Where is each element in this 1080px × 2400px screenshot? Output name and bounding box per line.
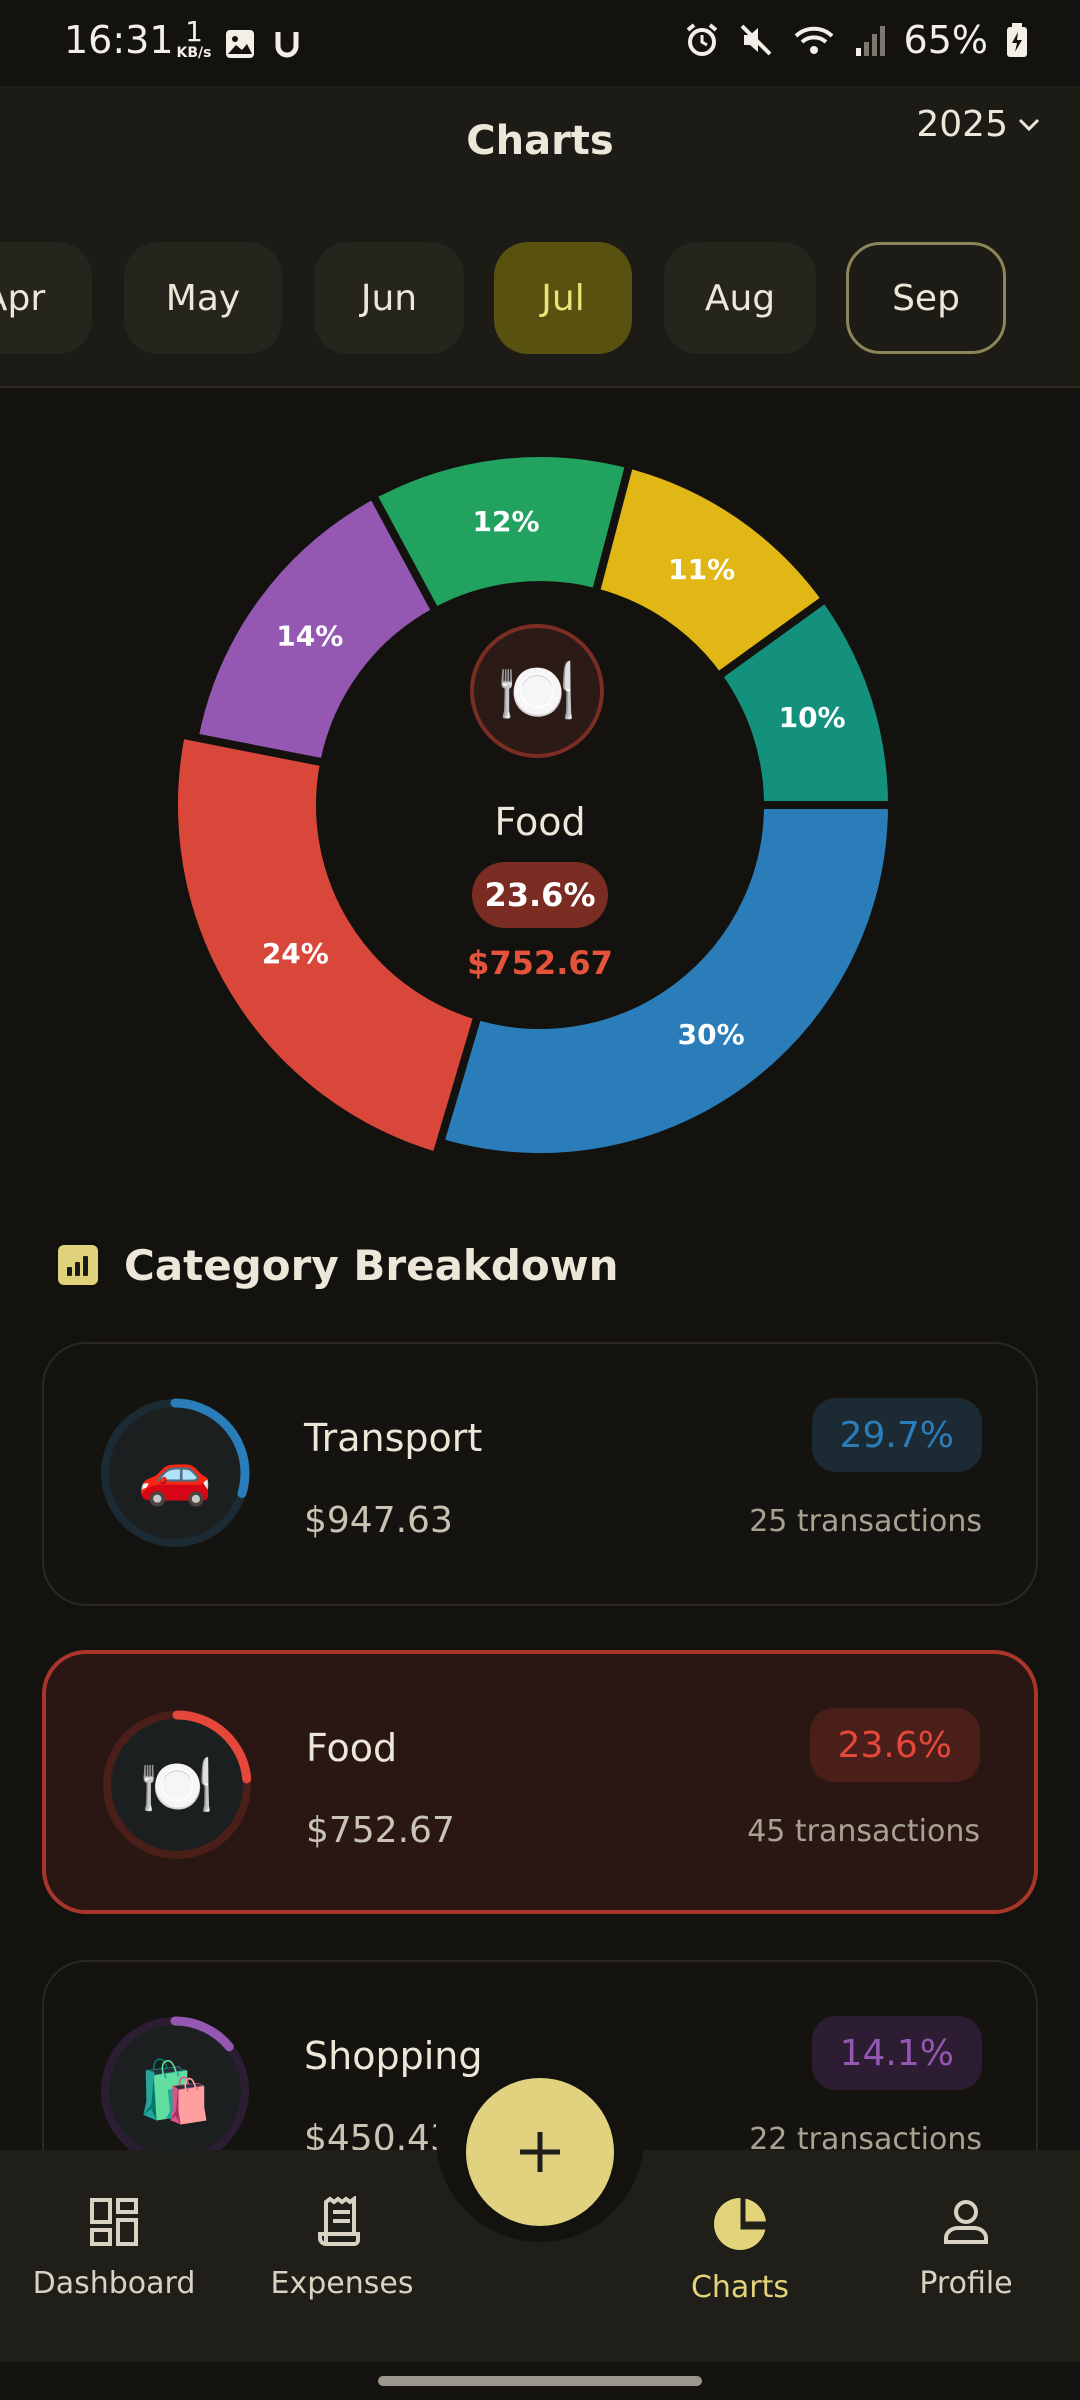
month-label: Aug [704, 277, 776, 319]
category-amount: $947.63 [304, 1500, 453, 1541]
month-label: Sep [892, 277, 960, 319]
category-percent-badge: 14.1% [811, 2016, 982, 2090]
category-percent-badge: 29.7% [811, 1398, 982, 1472]
donut-slice-label: 12% [473, 505, 540, 538]
receipt-icon [318, 2195, 360, 2246]
battery-charging-icon [1007, 23, 1027, 57]
nav-label: Dashboard [32, 2266, 196, 2301]
nav-label: Charts [690, 2270, 790, 2305]
pie-chart-icon [714, 2198, 766, 2250]
month-selector: Apr May Jun Jul Aug Sep [0, 242, 1080, 358]
category-name: Shopping [304, 2034, 483, 2078]
chevron-down-icon [1018, 118, 1040, 131]
status-right: 65% [684, 18, 1028, 62]
wifi-icon [794, 26, 833, 54]
center-category-percent: 23.6% [472, 862, 608, 928]
category-name: Transport [304, 1416, 483, 1460]
dashboard-icon [90, 2198, 138, 2246]
alarm-icon [686, 23, 717, 56]
bar-chart-icon [58, 1245, 98, 1285]
transaction-count: 25 transactions [749, 1504, 982, 1539]
network-speed-unit: KB/s [176, 45, 212, 61]
person-icon [944, 2200, 988, 2244]
transaction-count: 45 transactions [747, 1814, 980, 1849]
network-speed-value: 1 [185, 15, 203, 48]
month-label: Jul [541, 277, 585, 319]
nav-charts[interactable]: Charts [640, 2196, 840, 2305]
plate-icon: 🍽️ [497, 654, 577, 729]
center-category-name: Food [494, 800, 586, 844]
category-percent-badge: 23.6% [809, 1708, 980, 1782]
nav-expenses[interactable]: Expenses [242, 2195, 442, 2301]
mute-icon [740, 24, 771, 56]
category-name: Food [306, 1726, 398, 1770]
category-amount: $752.67 [306, 1810, 455, 1851]
network-speed: 1 KB/s [174, 15, 214, 61]
donut-slice-label: 30% [678, 1018, 745, 1051]
month-chip-jun[interactable]: Jun [314, 242, 464, 354]
nav-label: Expenses [270, 2266, 414, 2301]
plate-icon: 🍽️ [139, 1750, 215, 1821]
nav-dashboard[interactable]: Dashboard [14, 2196, 214, 2301]
status-time: 16:31 [64, 18, 174, 62]
nav-profile[interactable]: Profile [866, 2196, 1066, 2301]
month-chip-aug[interactable]: Aug [664, 242, 816, 354]
year-selector[interactable]: 2025 [916, 104, 1040, 145]
u-app-icon [275, 32, 299, 58]
month-label: May [165, 277, 241, 319]
donut-slice-label: 11% [668, 553, 735, 586]
center-category-amount: $752.67 [467, 944, 613, 982]
charts-header: Charts 2025 Apr May Jun Jul Aug Sep [0, 86, 1080, 388]
section-title: Category Breakdown [124, 1240, 619, 1290]
donut-slice-label: 10% [779, 701, 846, 734]
battery-percent: 65% [903, 18, 988, 62]
month-label: Apr [0, 277, 46, 319]
year-value: 2025 [916, 104, 1008, 145]
progress-ring: 🚗 [96, 1394, 254, 1552]
shopping-bags-icon: 🛍️ [137, 2056, 213, 2127]
progress-ring: 🍽️ [98, 1706, 256, 1864]
category-breakdown-header: Category Breakdown [58, 1240, 618, 1290]
home-indicator[interactable] [378, 2376, 702, 2386]
donut-slice-label: 14% [276, 619, 343, 652]
month-chip-sep[interactable]: Sep [846, 242, 1006, 354]
category-card-transport[interactable]: 🚗 Transport $947.63 29.7% 25 transaction… [42, 1342, 1038, 1606]
month-chip-may[interactable]: May [124, 242, 282, 354]
image-icon [226, 30, 254, 58]
plus-icon [520, 2132, 560, 2172]
month-chip-apr[interactable]: Apr [0, 242, 92, 354]
nav-label: Profile [919, 2266, 1013, 2301]
car-icon: 🚗 [137, 1438, 213, 1509]
category-card-food[interactable]: 🍽️ Food $752.67 23.6% 45 transactions [42, 1650, 1038, 1914]
progress-ring: 🛍️ [96, 2012, 254, 2170]
month-chip-jul[interactable]: Jul [494, 242, 632, 354]
signal-icon [855, 26, 885, 56]
status-bar: 16:31 1 KB/s 65% [0, 0, 1080, 86]
month-label: Jun [360, 277, 418, 319]
add-expense-button[interactable] [466, 2078, 614, 2226]
center-category-icon: 🍽️ [470, 624, 604, 758]
